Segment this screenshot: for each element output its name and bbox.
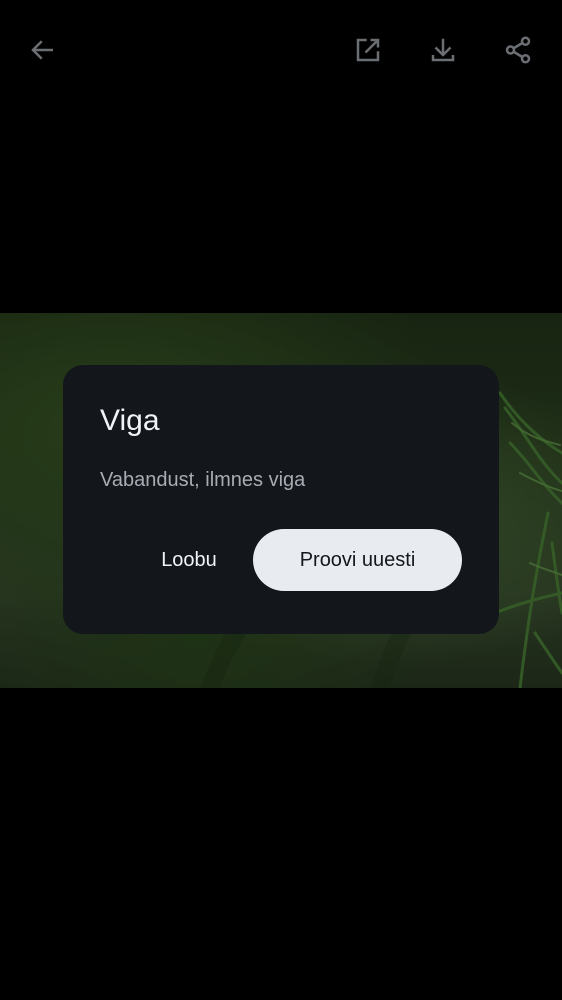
share-icon [503,35,533,65]
download-icon [428,35,458,65]
error-dialog: Viga Vabandust, ilmnes viga Loobu Proovi… [63,365,499,634]
retry-button[interactable]: Proovi uuesti [253,529,462,591]
dialog-message: Vabandust, ilmnes viga [100,469,306,491]
download-button[interactable] [419,26,467,74]
cancel-button[interactable]: Loobu [141,529,237,591]
media-viewer-screen: Viga Vabandust, ilmnes viga Loobu Proovi… [0,0,562,1000]
open-in-new-button[interactable] [344,26,392,74]
back-button[interactable] [19,26,67,74]
dialog-title: Viga [100,404,160,437]
share-button[interactable] [494,26,542,74]
arrow-back-icon [28,35,58,65]
top-app-bar [0,0,562,100]
open-in-new-icon [353,35,383,65]
